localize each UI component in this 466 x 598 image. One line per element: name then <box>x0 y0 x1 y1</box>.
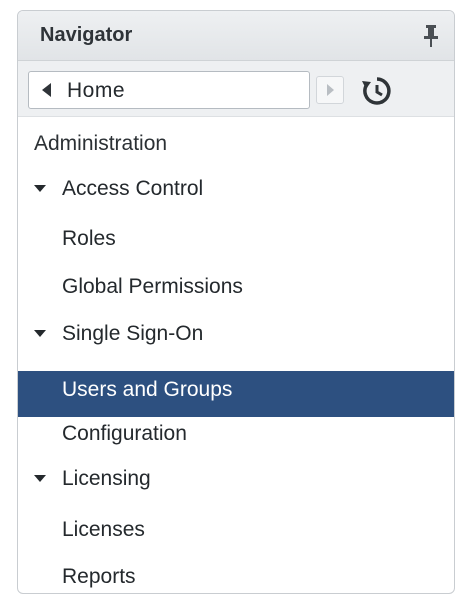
navigator-toolbar: Home <box>18 61 454 117</box>
tree-item-label: Access Control <box>62 177 204 200</box>
history-icon[interactable] <box>360 74 394 108</box>
tree-item-label: Reports <box>62 565 136 588</box>
tree-item-configuration[interactable]: Configuration <box>18 410 454 456</box>
navigator-panel: Navigator Home Administration Access Con… <box>17 10 455 594</box>
tree-item-label: Licenses <box>62 518 145 541</box>
tree-item-label: Users and Groups <box>62 378 233 401</box>
caret-down-icon[interactable] <box>34 330 46 337</box>
tree-group-licensing[interactable]: Licensing <box>18 455 454 501</box>
tree-item-label: Roles <box>62 227 116 250</box>
forward-button[interactable] <box>316 76 344 104</box>
tree-item-label: Licensing <box>62 467 151 490</box>
home-back-button[interactable]: Home <box>28 71 310 109</box>
tree-item-reports[interactable]: Reports <box>18 553 454 593</box>
tree-item-roles[interactable]: Roles <box>18 215 454 261</box>
tree-item-global-permissions[interactable]: Global Permissions <box>18 263 454 309</box>
tree-item-label: Global Permissions <box>62 275 243 298</box>
navigator-header: Navigator <box>18 11 454 61</box>
tree-group-single-sign-on[interactable]: Single Sign-On <box>18 310 454 356</box>
forward-arrow-icon <box>327 84 334 96</box>
back-arrow-icon <box>42 83 51 97</box>
tree-item-label: Configuration <box>62 422 187 445</box>
caret-down-icon[interactable] <box>34 185 46 192</box>
pin-icon[interactable] <box>420 23 442 49</box>
tree-group-access-control[interactable]: Access Control <box>18 165 454 211</box>
tree-item-licenses[interactable]: Licenses <box>18 506 454 552</box>
tree-section-administration: Administration <box>18 117 454 163</box>
caret-down-icon[interactable] <box>34 475 46 482</box>
tree-item-label: Single Sign-On <box>62 322 204 345</box>
section-label: Administration <box>34 132 168 155</box>
navigator-title: Navigator <box>40 24 133 46</box>
home-label: Home <box>67 79 126 102</box>
